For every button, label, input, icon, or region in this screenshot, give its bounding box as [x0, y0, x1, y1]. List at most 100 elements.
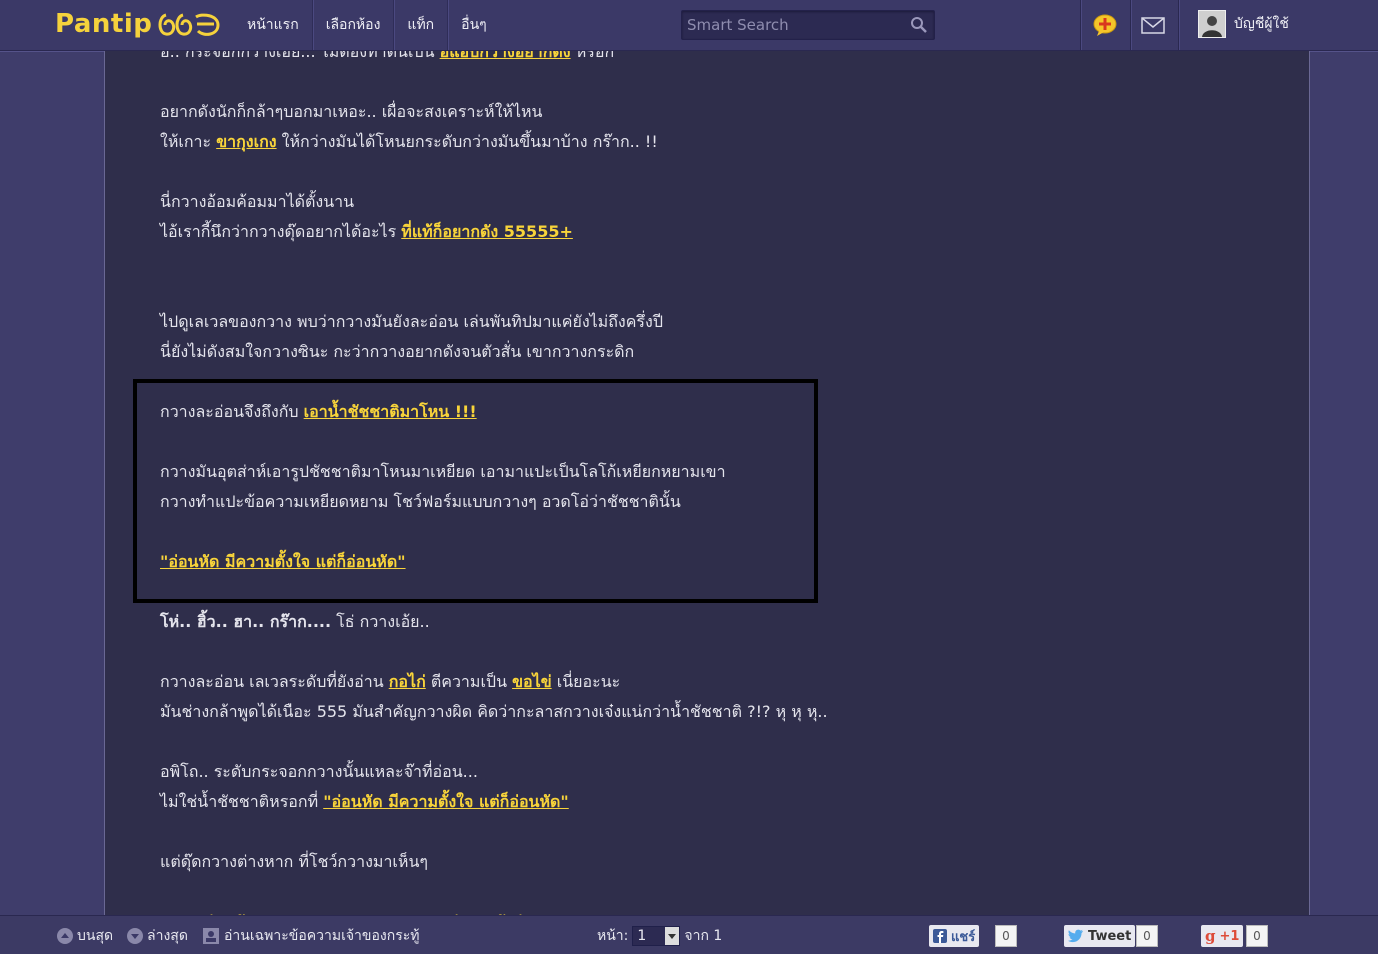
post-link[interactable]: เอาน้ำชัชชาติมาโหน !!!	[304, 402, 477, 421]
post-line	[160, 67, 1260, 97]
nav-select-room[interactable]: เลือกห้อง	[313, 0, 395, 50]
post-bold-text: โห่.. ฮิ้ว.. ฮา.. กร๊าก....	[160, 612, 332, 631]
post-text: อยากดังนักก็กล้าๆบอกมาเหอะ.. เผื่อจะสงเค…	[160, 102, 543, 121]
post-line: ไม่ใช่น้ำชัชชาติหรอกที่ "อ่อนหัด มีความต…	[160, 787, 1260, 817]
search-input[interactable]	[682, 11, 902, 39]
tweet-button[interactable]: Tweet	[1064, 925, 1136, 947]
post-line	[160, 427, 1260, 457]
logo-mark-icon	[158, 13, 220, 36]
facebook-share-label: แชร์	[951, 929, 976, 945]
post-text: แต่ดุ๊ดกวางต่างหาก ที่โชว์กวางมาเห็นๆ	[160, 852, 428, 871]
search-icon[interactable]	[910, 16, 928, 34]
mail-icon[interactable]	[1140, 13, 1166, 37]
topbar-divider	[1178, 0, 1179, 50]
twitter-bird-icon	[1068, 929, 1083, 943]
post-text: อิ.. กระจอกกว่างเอ๋ย... ไม่ต้องทำตนเป็น	[160, 51, 440, 61]
post-line: นี่ยังไม่ดังสมใจกวางซินะ กะว่ากวางอยากดั…	[160, 337, 1260, 367]
facebook-share-button[interactable]: แชร์	[929, 925, 980, 947]
post-text: กวางทำแปะข้อความเหยียดหยาม โชว์ฟอร์มแบบก…	[160, 492, 681, 511]
page-select[interactable]: 1	[632, 926, 681, 946]
post-line: ไปดูเลเวลของกวาง พบว่ากวางมันยังละอ่อน เ…	[160, 307, 1260, 337]
pagination: หน้า: 1 จาก 1	[597, 925, 722, 947]
post-link[interactable]: อีแอบกว่างอยากดัง	[440, 51, 571, 61]
post-line	[160, 517, 1260, 547]
post-link[interactable]: ขากุงเกง	[216, 132, 276, 151]
post-text: กวางละอ่อนจึงถึงกับ	[160, 402, 304, 421]
arrow-up-icon	[57, 928, 73, 944]
post-text: เนี่ยอะนะ	[551, 672, 621, 691]
account-label: บัญชีผู้ใช้	[1234, 16, 1289, 32]
post-line	[160, 277, 1260, 307]
post-line: กวางมันอุตส่าห์เอารูปชัชชาติมาโหนมาเหยีย…	[160, 457, 1260, 487]
post-line: กวางทำแปะข้อความเหยียดหยาม โชว์ฟอร์มแบบก…	[160, 487, 1260, 517]
post-line: กวางละอ่อนจึงถึงกับ เอาน้ำชัชชาติมาโหน !…	[160, 397, 1260, 427]
post-line	[160, 247, 1260, 277]
post-line: "อ่อนหัด มีความตั้งใจ แต่ก็อ่อนหัด"	[160, 547, 1260, 577]
post-text: กวางมันอุตส่าห์เอารูปชัชชาติมาโหนมาเหยีย…	[160, 462, 726, 481]
post-line: อพิโถ.. ระดับกระจอกกวางนั้นแหละจ๊าที่อ่อ…	[160, 757, 1260, 787]
chevron-down-icon	[665, 927, 680, 945]
post-link[interactable]: "อ่อนหัด มีความตั้งใจ แต่ก็อ่อนหัด"	[323, 792, 569, 811]
post-line: นี่กวางอ้อมค้อมมาได้ตั้งนาน	[160, 187, 1260, 217]
scroll-bottom-label: ล่างสุด	[147, 928, 188, 944]
scroll-top-label: บนสุด	[77, 928, 114, 944]
tweet-count: 0	[1136, 925, 1158, 947]
post-text: โธ่ กวางเอ้ย..	[331, 612, 430, 631]
google-plus-button[interactable]: g +1	[1201, 925, 1244, 947]
user-avatar-icon	[1199, 11, 1225, 37]
nav-more[interactable]: อื่นๆ	[448, 0, 500, 50]
google-plus-icon: g	[1205, 927, 1216, 945]
post-text: นี่กวางอ้อมค้อมมาได้ตั้งนาน	[160, 192, 355, 211]
nav-tags[interactable]: แท็ก	[394, 0, 449, 50]
scroll-bottom-button[interactable]: ล่างสุด	[127, 925, 188, 947]
nav-home[interactable]: หน้าแรก	[234, 0, 313, 50]
owner-only-label: อ่านเฉพาะข้อความเจ้าของกระทู้	[224, 928, 420, 944]
post-text: หรอก	[570, 51, 615, 61]
facebook-icon	[933, 929, 947, 943]
scroll-top-button[interactable]: บนสุด	[57, 925, 113, 947]
post-text: ตีความเป็น	[425, 672, 513, 691]
pantip-logo[interactable]: Pantip	[55, 6, 222, 42]
main-nav: หน้าแรก เลือกห้อง แท็ก อื่นๆ	[234, 0, 500, 50]
owner-only-button[interactable]: อ่านเฉพาะข้อความเจ้าของกระทู้	[202, 925, 419, 947]
post-text: อพิโถ.. ระดับกระจอกกวางนั้นแหละจ๊าที่อ่อ…	[160, 762, 478, 781]
post-link[interactable]: "อ่อนหัด มีความตั้งใจ แต่ก็อ่อนหัด"	[160, 552, 406, 571]
post-text: มันช่างกล้าพูดได้เนือะ 555 มันสำคัญกวางผ…	[160, 702, 828, 721]
arrow-down-icon	[127, 928, 143, 944]
smart-search	[681, 10, 935, 40]
post-line	[160, 637, 1260, 667]
post-text: ไอ้เรากี้นึกว่ากวางดุ๊ดอยากได้อะไร	[160, 222, 402, 241]
post-link[interactable]: ขอไข่	[512, 672, 552, 691]
post-line: กวางละอ่อน เลเวลระดับที่ยังอ่าน กอไก่ ตี…	[160, 667, 1260, 697]
topbar-divider	[1130, 0, 1131, 50]
page-select-value: 1	[637, 928, 647, 944]
post-link[interactable]: ที่แท้ก็อยากดัง 55555+	[401, 222, 573, 241]
post-line	[160, 577, 1260, 607]
post-text: ให้เกาะ	[160, 132, 217, 151]
post-line: โห่.. ฮิ้ว.. ฮา.. กร๊าก.... โธ่ กวางเอ้ย…	[160, 607, 1260, 637]
post-line: ไอ้เรากี้นึกว่ากวางดุ๊ดอยากได้อะไร ที่แท…	[160, 217, 1260, 247]
post-line	[160, 367, 1260, 397]
post-line: อิ.. กระจอกกว่างเอ๋ย... ไม่ต้องทำตนเป็น …	[160, 51, 1260, 67]
post-line: "กวางอ่อนหัดเองเอออ ความพยายามสูง แต่กะล…	[160, 907, 1260, 915]
post-line	[160, 157, 1260, 187]
google-plus-label: +1	[1219, 928, 1240, 944]
account-menu[interactable]: บัญชีผู้ใช้	[1198, 10, 1289, 38]
owner-posts-icon	[203, 928, 219, 944]
avatar	[1198, 10, 1226, 38]
facebook-share-count: 0	[995, 925, 1017, 947]
post-text: กวางละอ่อน เลเวลระดับที่ยังอ่าน	[160, 672, 389, 691]
post-line: ให้เกาะ ขากุงเกง ให้กว่างมันได้โหนยกระดั…	[160, 127, 1260, 157]
post-content-area: อิ.. กระจอกกว่างเอ๋ย... ไม่ต้องทำตนเป็น …	[104, 51, 1310, 915]
post-text: ให้กว่างมันได้โหนยกระดับกว่างมันขึ้นมาบ้…	[276, 132, 658, 151]
new-topic-chat-icon[interactable]	[1092, 13, 1118, 37]
post-line: แต่ดุ๊ดกวางต่างหาก ที่โชว์กวางมาเห็นๆ	[160, 847, 1260, 877]
post-body: อิ.. กระจอกกว่างเอ๋ย... ไม่ต้องทำตนเป็น …	[160, 51, 1260, 915]
top-navigation-bar: Pantip หน้าแรก เลือกห้อง แท็ก อื่นๆ Smar…	[0, 0, 1378, 51]
logo-text: Pantip	[55, 9, 153, 39]
post-text: ไปดูเลเวลของกวาง พบว่ากวางมันยังละอ่อน เ…	[160, 312, 663, 331]
post-line	[160, 817, 1260, 847]
post-link[interactable]: กอไก่	[389, 672, 426, 691]
page-of-label: จาก 1	[684, 928, 723, 944]
post-line	[160, 727, 1260, 757]
